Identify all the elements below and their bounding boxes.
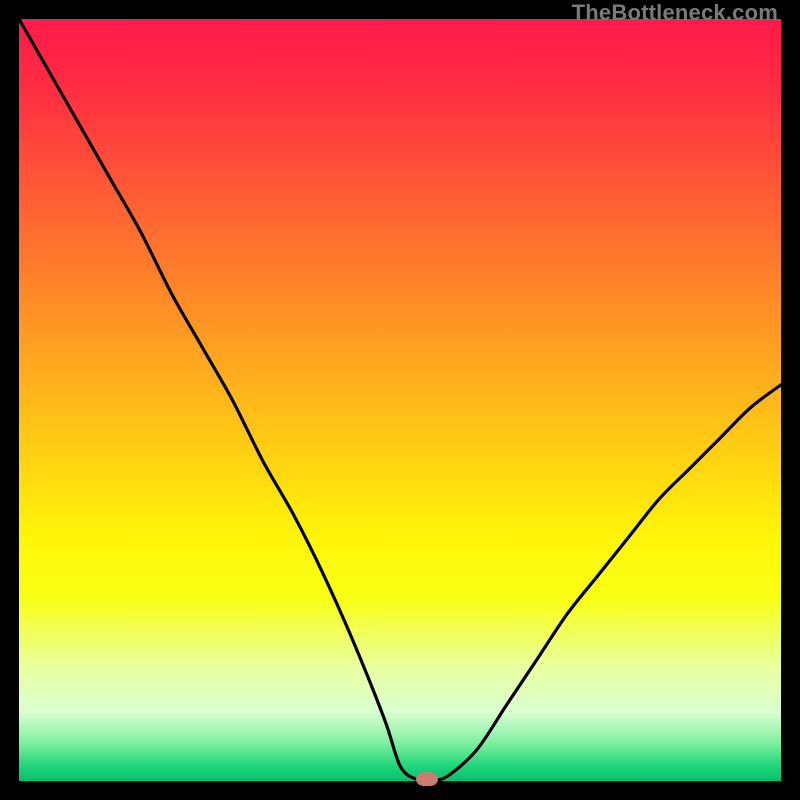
chart-frame: TheBottleneck.com bbox=[0, 0, 800, 800]
bottleneck-curve bbox=[19, 19, 781, 780]
chart-curve-svg bbox=[19, 19, 781, 781]
watermark-text: TheBottleneck.com bbox=[572, 0, 778, 26]
optimal-point-marker bbox=[416, 772, 438, 786]
